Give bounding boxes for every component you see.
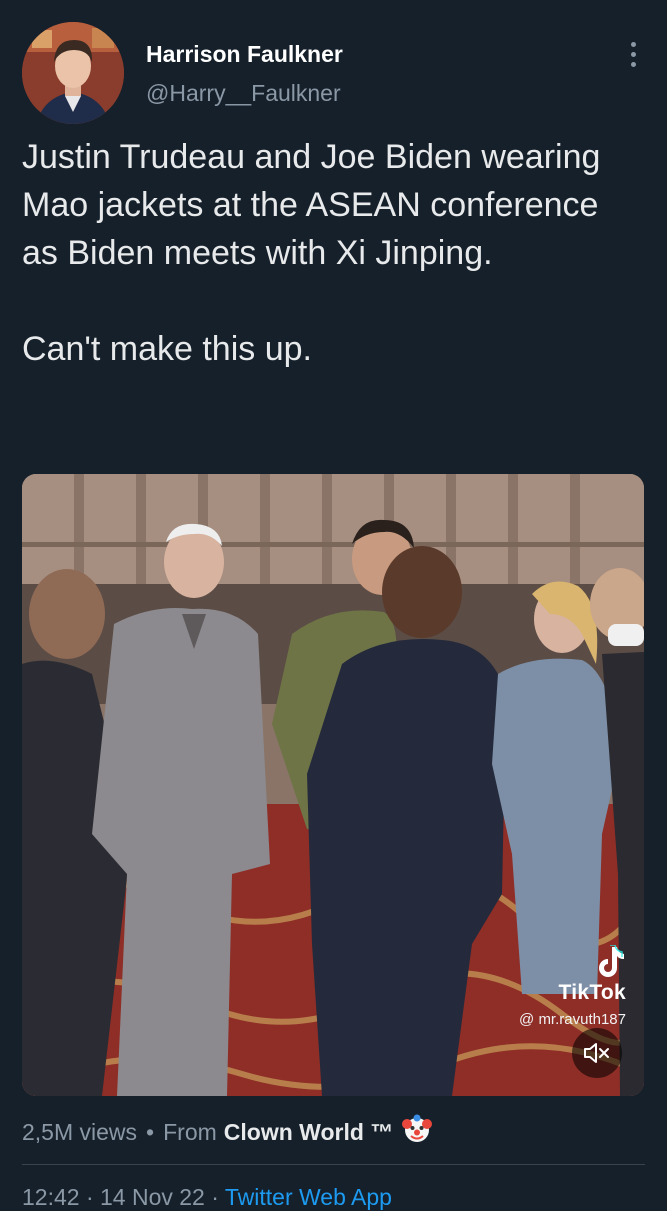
author-handle[interactable]: @Harry__Faulkner — [146, 80, 341, 107]
tweet-text: Justin Trudeau and Joe Biden wearing Mao… — [22, 138, 601, 368]
tweet-header: Harrison Faulkner @Harry__Faulkner — [22, 22, 649, 124]
tiktok-watermark: TikTok @ mr.ravuth187 — [519, 945, 626, 1028]
tiktok-handle: @ mr.ravuth187 — [519, 1011, 626, 1028]
more-vertical-icon[interactable] — [629, 42, 637, 72]
tiktok-name: TikTok — [558, 981, 626, 1004]
source-prefix: From — [163, 1118, 217, 1145]
tweet-time[interactable]: 12:42 · 14 Nov 22 · — [22, 1184, 219, 1210]
speaker-muted-icon — [584, 1043, 609, 1063]
avatar[interactable] — [22, 22, 124, 124]
mute-button[interactable] — [572, 1028, 622, 1078]
tweet-video[interactable]: TikTok @ mr.ravuth187 — [22, 474, 644, 1096]
source-name[interactable]: Clown World ™ — [224, 1119, 394, 1146]
tweet-meta: 2,5M views • From Clown World ™ — [22, 1114, 433, 1150]
view-count: 2,5M views — [22, 1118, 138, 1145]
meta-separator: • — [146, 1118, 155, 1145]
tweet-client[interactable]: Twitter Web App — [225, 1184, 392, 1210]
author-name[interactable]: Harrison Faulkner — [146, 41, 343, 68]
divider — [22, 1164, 645, 1165]
tiktok-logo-icon — [599, 945, 624, 977]
clown-face-emoji — [402, 1114, 433, 1150]
tweet-timestamp: 12:42 · 14 Nov 22 · Twitter Web App — [22, 1184, 392, 1211]
